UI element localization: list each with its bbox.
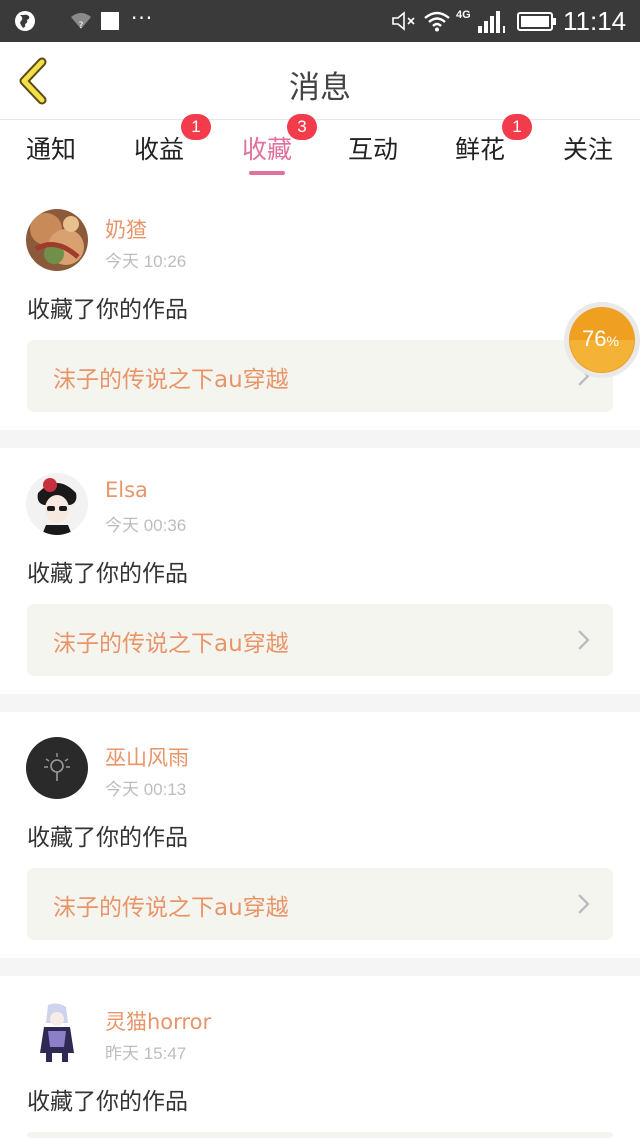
timestamp: 昨天 15:47 bbox=[105, 1044, 187, 1063]
flowers-badge: 1 bbox=[502, 114, 532, 140]
notification-square-icon bbox=[101, 12, 119, 30]
avatar[interactable] bbox=[26, 473, 88, 535]
wifi-icon bbox=[424, 11, 450, 32]
action-text: 收藏了你的作品 bbox=[27, 1089, 188, 1115]
tab-interactions[interactable]: 互动 bbox=[348, 130, 398, 166]
username[interactable]: 巫山风雨 bbox=[105, 742, 189, 772]
tab-flowers[interactable]: 鲜花 bbox=[455, 130, 505, 166]
divider bbox=[0, 430, 640, 448]
divider bbox=[0, 694, 640, 712]
timestamp: 今天 00:13 bbox=[105, 780, 187, 799]
mute-icon bbox=[392, 11, 415, 31]
tab-favorites[interactable]: 收藏 bbox=[242, 130, 292, 166]
action-text: 收藏了你的作品 bbox=[27, 561, 188, 587]
signal-icon bbox=[478, 11, 505, 33]
status-bar: ? ··· 4G 11:14 bbox=[0, 0, 640, 42]
favorites-badge: 3 bbox=[287, 114, 317, 140]
svg-text:?: ? bbox=[79, 21, 84, 31]
timestamp: 今天 00:36 bbox=[105, 516, 187, 535]
battery-icon bbox=[517, 12, 556, 31]
active-tab-indicator bbox=[249, 171, 285, 175]
timestamp: 今天 10:26 bbox=[105, 252, 187, 271]
action-text: 收藏了你的作品 bbox=[27, 825, 188, 851]
tab-notifications[interactable]: 通知 bbox=[26, 130, 76, 166]
more-notifications: ··· bbox=[131, 6, 154, 30]
progress-value: 76% bbox=[582, 326, 619, 351]
avatar[interactable] bbox=[26, 1001, 88, 1063]
avatar[interactable] bbox=[26, 737, 88, 799]
work-link[interactable] bbox=[27, 1132, 613, 1138]
app-header: 消息 bbox=[0, 42, 640, 120]
list-item: 奶猹 今天 10:26 收藏了你的作品 沫子的传说之下au穿越 bbox=[0, 182, 640, 430]
avatar[interactable] bbox=[26, 209, 88, 271]
divider bbox=[0, 958, 640, 976]
work-link[interactable]: 沫子的传说之下au穿越 bbox=[27, 604, 613, 676]
wifi-unknown-icon: ? bbox=[71, 13, 91, 31]
list-item: 灵猫horror 昨天 15:47 收藏了你的作品 bbox=[0, 976, 640, 1138]
chevron-right-icon bbox=[578, 630, 590, 650]
work-title: 沫子的传说之下au穿越 bbox=[53, 631, 289, 657]
list-item: 巫山风雨 今天 00:13 收藏了你的作品 沫子的传说之下au穿越 bbox=[0, 712, 640, 958]
action-text: 收藏了你的作品 bbox=[27, 297, 188, 323]
list-item: Elsa 今天 00:36 收藏了你的作品 沫子的传说之下au穿越 bbox=[0, 448, 640, 694]
work-link[interactable]: 沫子的传说之下au穿越 bbox=[27, 868, 613, 940]
work-title: 沫子的传说之下au穿越 bbox=[53, 367, 289, 393]
tab-bar: 通知 收益 1 收藏 3 互动 鲜花 1 关注 bbox=[0, 114, 640, 182]
work-link[interactable]: 沫子的传说之下au穿越 bbox=[27, 340, 613, 412]
tab-earnings[interactable]: 收益 bbox=[134, 130, 184, 166]
username[interactable]: 奶猹 bbox=[105, 214, 147, 244]
earnings-badge: 1 bbox=[181, 114, 211, 140]
username[interactable]: 灵猫horror bbox=[105, 1006, 211, 1036]
username[interactable]: Elsa bbox=[105, 478, 148, 502]
page-title: 消息 bbox=[289, 70, 351, 106]
clock: 11:14 bbox=[563, 6, 627, 36]
chevron-right-icon bbox=[578, 894, 590, 914]
work-title: 沫子的传说之下au穿越 bbox=[53, 895, 289, 921]
globe-icon bbox=[15, 11, 35, 31]
tab-following[interactable]: 关注 bbox=[563, 130, 613, 166]
